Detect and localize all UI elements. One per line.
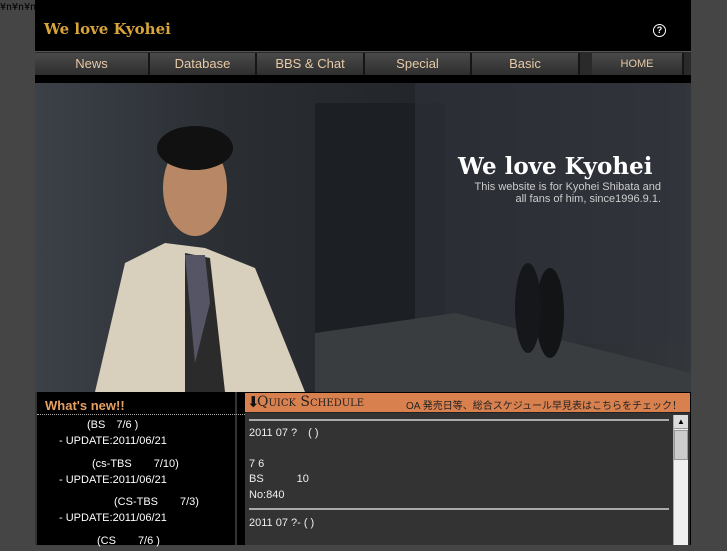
help-icon[interactable]: ? [653, 24, 666, 37]
schedule-link[interactable]: OA 発売日等、総合スケジュール早見表はこちらをチェック！ [406, 397, 682, 412]
main-nav: News Database BBS & Chat Special Basic H… [35, 51, 691, 75]
site-logo[interactable]: We love Kyohei [44, 20, 171, 38]
hero-subtitle: This website is for Kyohei Shibata and a… [453, 181, 662, 205]
nav-special[interactable]: Special [365, 53, 472, 75]
divider [249, 419, 669, 421]
nav-database[interactable]: Database [150, 53, 257, 75]
schedule-line: No:840 [249, 489, 285, 501]
nav-bbs-chat[interactable]: BBS & Chat [257, 53, 365, 75]
header: We love Kyohei ? [35, 12, 691, 50]
schedule-line: 7 6 [249, 458, 265, 470]
nav-home[interactable]: HOME [592, 53, 684, 75]
page-container: We love Kyohei ? News Database BBS & Cha… [35, 0, 691, 547]
divider [249, 508, 669, 510]
scrollbar[interactable]: ▲ [673, 415, 688, 545]
scroll-up-icon[interactable]: ▲ [674, 415, 688, 429]
hero-photo [95, 83, 691, 392]
hero-subtitle-line: all fans of him, since1996.9.1. [515, 193, 661, 205]
nav-basic[interactable]: Basic [472, 53, 580, 75]
news-item-title[interactable]: (CS 7/6 ) [97, 532, 160, 551]
quick-schedule-title: Quick Schedule [257, 394, 365, 410]
schedule-date: 2011 07 ?- ( ) [249, 517, 315, 529]
schedule-date: 2011 07 ? ( ) [249, 427, 319, 439]
nav-news[interactable]: News [35, 53, 150, 75]
hero-banner: We love Kyohei This website is for Kyohe… [35, 83, 691, 392]
scroll-thumb[interactable] [674, 430, 688, 460]
news-item-update: - UPDATE:2011/06/21 [59, 474, 167, 486]
divider [37, 414, 245, 415]
whats-new-title: What's new!! [45, 398, 125, 413]
quick-schedule-header[interactable]: ⬇ Quick Schedule OA 発売日等、総合スケジュール早見表はこちら… [245, 393, 690, 413]
hero-title: We love Kyohei [458, 153, 653, 180]
news-item-update: - UPDATE:2011/06/21 [59, 512, 167, 524]
quick-schedule-panel: ⬇ Quick Schedule OA 発売日等、総合スケジュール早見表はこちら… [245, 393, 690, 545]
whats-new-panel: What's new!! (BS 7/6 ) - UPDATE:2011/06/… [35, 392, 245, 547]
schedule-line: BS 10 [249, 473, 309, 485]
news-item-update: - UPDATE:2011/06/21 [59, 435, 167, 447]
hero-subtitle-line: This website is for Kyohei Shibata and [474, 181, 662, 193]
